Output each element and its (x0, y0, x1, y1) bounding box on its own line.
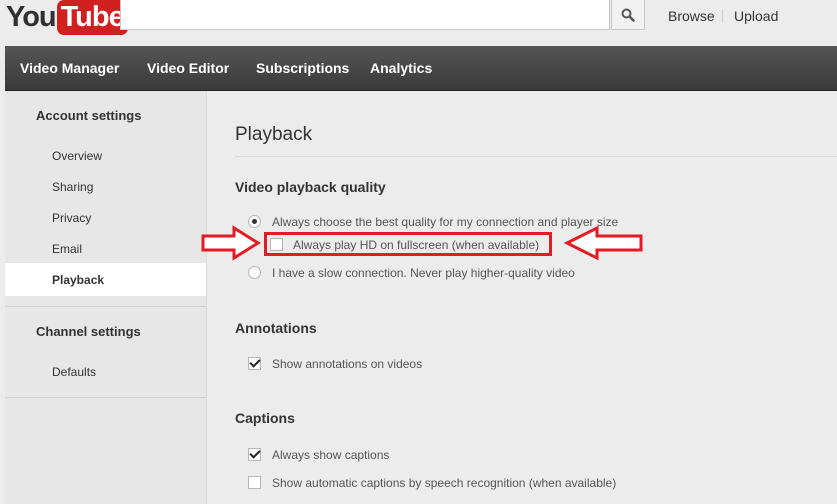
account-settings-heading[interactable]: Account settings (36, 108, 141, 123)
left-arrow-icon (563, 225, 643, 261)
right-arrow-icon (201, 225, 261, 261)
nav-video-manager[interactable]: Video Manager (20, 60, 119, 76)
sidebar-item-playback[interactable]: Playback (52, 273, 104, 287)
search-icon (621, 8, 635, 22)
highlight-box (264, 232, 552, 256)
always-captions-label[interactable]: Always show captions (272, 448, 389, 462)
search-button[interactable] (611, 0, 645, 30)
main-content: Playback Video playback quality Always c… (207, 91, 837, 504)
slow-connection-radio[interactable] (248, 266, 261, 279)
show-annotations-checkbox[interactable] (248, 357, 261, 370)
nav-video-editor[interactable]: Video Editor (147, 60, 229, 76)
sidebar-item-privacy[interactable]: Privacy (52, 211, 91, 225)
auto-captions-checkbox[interactable] (248, 476, 261, 489)
upload-link[interactable]: Upload (734, 8, 778, 24)
auto-captions-label[interactable]: Show automatic captions by speech recogn… (272, 476, 616, 490)
page-title: Playback (235, 124, 313, 145)
main-nav: Video Manager Video Editor Subscriptions… (5, 46, 837, 91)
nav-analytics[interactable]: Analytics (370, 60, 432, 76)
always-captions-checkbox[interactable] (248, 448, 261, 461)
show-annotations-label[interactable]: Show annotations on videos (272, 357, 422, 371)
captions-heading: Captions (235, 410, 295, 426)
logo-you-text: You (6, 0, 57, 33)
logo-tube-text: Tube (56, 0, 128, 35)
channel-settings-heading[interactable]: Channel settings (36, 324, 141, 339)
sidebar-active-highlight (5, 263, 206, 296)
annotations-heading: Annotations (235, 320, 317, 336)
browse-link[interactable]: Browse (668, 8, 715, 24)
quality-heading: Video playback quality (235, 179, 386, 195)
sidebar-item-email[interactable]: Email (52, 242, 82, 256)
top-header: You Tube Browse Upload (0, 0, 837, 44)
settings-sidebar: Account settings Overview Sharing Privac… (5, 91, 207, 504)
search-input[interactable] (120, 0, 610, 30)
sidebar-item-sharing[interactable]: Sharing (52, 180, 93, 194)
youtube-logo[interactable]: You Tube (6, 0, 128, 35)
header-divider (722, 9, 723, 23)
title-divider (235, 156, 837, 157)
sidebar-divider-bottom (5, 397, 206, 398)
nav-subscriptions[interactable]: Subscriptions (256, 60, 349, 76)
sidebar-item-overview[interactable]: Overview (52, 149, 102, 163)
sidebar-divider (5, 306, 206, 307)
sidebar-item-defaults[interactable]: Defaults (52, 365, 96, 379)
slow-connection-label[interactable]: I have a slow connection. Never play hig… (272, 266, 575, 280)
